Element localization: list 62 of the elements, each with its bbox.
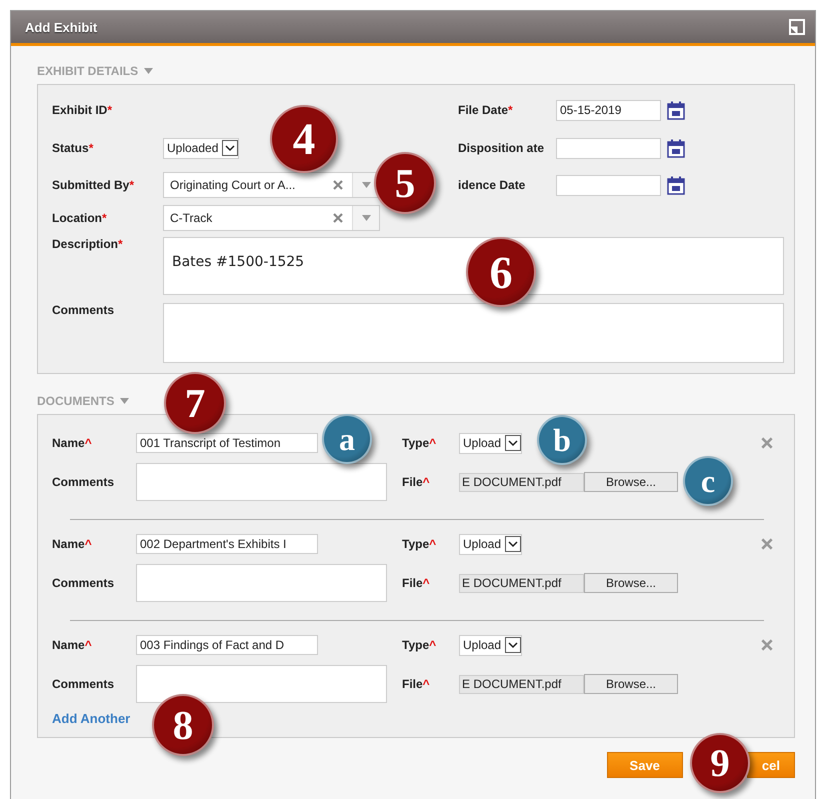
date-field[interactable] [556, 138, 661, 158]
browse-button[interactable]: Browse... [584, 472, 678, 492]
browse-button[interactable]: Browse... [584, 674, 678, 694]
close-icon[interactable] [760, 436, 774, 450]
file-field[interactable]: E DOCUMENT.pdf [459, 674, 584, 694]
field-label: Exhibit ID* [52, 102, 114, 118]
caret-icon [505, 536, 522, 552]
caret-icon [505, 637, 522, 653]
name-field[interactable]: 001 Transcript of Testimon [136, 433, 318, 453]
status-select[interactable]: Uploaded [163, 138, 240, 158]
file-field[interactable]: E DOCUMENT.pdf [459, 574, 584, 592]
field-label: Location* [52, 210, 108, 226]
restore-icon[interactable] [789, 19, 805, 35]
calendar-icon[interactable] [667, 138, 685, 158]
collapse-icon [120, 398, 130, 404]
collapse-icon [144, 68, 154, 74]
field-label: Comments [52, 303, 116, 318]
field-label: Name^ [52, 638, 93, 652]
field-label: File^ [402, 474, 431, 490]
field-label: Description* [52, 237, 124, 252]
field-label: Comments [52, 676, 116, 692]
comments-field[interactable] [136, 564, 387, 602]
field-label: Name^ [52, 536, 93, 552]
calendar-icon[interactable] [667, 100, 685, 120]
name-field[interactable]: 002 Department's Exhibits I [136, 534, 318, 554]
dropdown-icon [362, 215, 370, 221]
window-title: Add Exhibit [25, 20, 98, 34]
caret-icon [505, 435, 522, 451]
clear-icon[interactable] [332, 212, 344, 224]
comments-field[interactable] [136, 463, 387, 501]
browse-button[interactable]: Browse... [584, 573, 678, 593]
calendar-icon[interactable] [667, 176, 685, 194]
field-label: Comments [52, 474, 116, 490]
comments-field[interactable] [163, 303, 784, 363]
type-select[interactable]: Upload [459, 634, 522, 656]
field-label: File Date* [458, 102, 514, 118]
type-select[interactable]: Upload [459, 432, 522, 454]
combo-field[interactable]: C-Track [163, 205, 380, 231]
clear-icon[interactable] [332, 179, 344, 191]
date-field[interactable] [556, 174, 661, 196]
field-label: Submitted By* [52, 178, 136, 192]
field-label: Type^ [402, 638, 438, 652]
comments-field[interactable] [136, 665, 387, 703]
combo-field[interactable]: Originating Court or A... [163, 172, 380, 198]
file-field[interactable]: E DOCUMENT.pdf [459, 472, 584, 492]
close-icon[interactable] [760, 537, 774, 551]
field-label: Status* [52, 140, 94, 156]
field-label: Comments [52, 576, 116, 590]
caret-icon [222, 140, 238, 156]
date-field[interactable]: 05-15-2019 [556, 100, 661, 120]
type-select[interactable]: Upload [459, 534, 522, 554]
field-label: Name^ [52, 436, 93, 450]
close-icon[interactable] [760, 638, 774, 652]
field-label: File^ [402, 676, 431, 692]
name-field[interactable]: 003 Findings of Fact and D [136, 635, 318, 655]
field-label: idence Date [458, 178, 526, 192]
field-label: Disposition ate [458, 140, 546, 156]
field-label: Type^ [402, 436, 438, 450]
add-another-link[interactable]: Add Another [52, 710, 130, 726]
field-label: File^ [402, 576, 431, 590]
dropdown-icon [362, 182, 370, 188]
field-label: Type^ [402, 536, 438, 552]
